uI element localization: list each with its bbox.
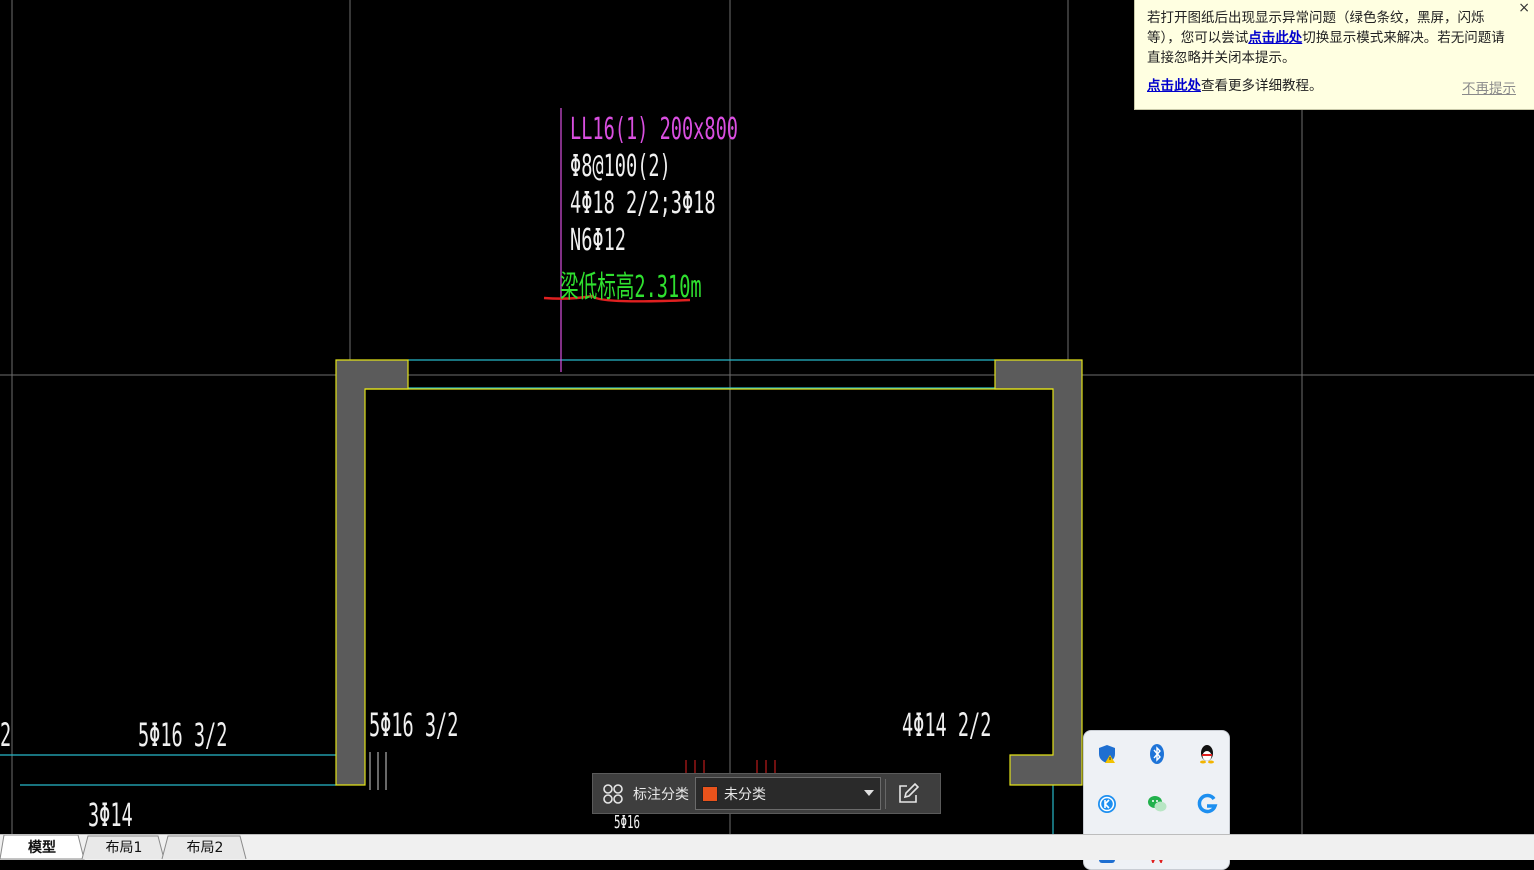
cad-drawing-canvas[interactable] <box>0 0 1534 834</box>
elevation-value: 2.310m <box>634 270 702 305</box>
edit-icon <box>899 782 920 803</box>
stirrup-text: Φ8@100(2) <box>570 149 671 184</box>
annotation-category-select[interactable]: 未分类 <box>695 777 881 810</box>
edit-annotation-button[interactable] <box>886 774 930 813</box>
elevation-prefix: 梁低标高 <box>560 270 635 305</box>
inner-right-bars-text: 4Φ14 2/2 <box>902 706 992 744</box>
layout-tabs: 模型 布局1 布局2 <box>0 834 1534 860</box>
grid-icon <box>603 783 623 804</box>
switch-display-mode-link[interactable]: 点击此处 <box>1248 30 1302 46</box>
left-bars-text: 5Φ16 3/2 <box>138 716 228 754</box>
dont-show-again-link[interactable]: 不再提示 <box>1462 79 1516 99</box>
display-issue-notice: × 若打开图纸后出现显示异常问题（绿色条纹，黑屏，闪烁等），您可以尝试点击此处切… <box>1134 0 1534 110</box>
beam-label-text: LL16(1) 200x800 <box>570 112 738 147</box>
close-icon[interactable]: × <box>1518 0 1530 18</box>
notice-more: 点击此处查看更多详细教程。 <box>1147 76 1516 96</box>
browser-icon[interactable] <box>1194 791 1220 817</box>
elevation-text: 梁低标高2.310m <box>560 262 702 306</box>
security-warning-icon[interactable] <box>1094 741 1120 767</box>
tutorial-text: 查看更多详细教程。 <box>1201 78 1323 94</box>
category-selected-value: 未分类 <box>724 786 766 803</box>
notice-message: 若打开图纸后出现显示异常问题（绿色条纹，黑屏，闪烁等），您可以尝试点击此处切换显… <box>1147 8 1516 68</box>
bottom-mid-bars-text: 5Φ16 <box>614 812 641 832</box>
tab-layout1[interactable]: 布局1 <box>88 835 160 859</box>
edge-fragment-text: 2 <box>0 716 12 754</box>
tab-layout2[interactable]: 布局2 <box>168 835 242 859</box>
waist-bars-text: N6Φ12 <box>570 223 626 258</box>
axis-lines <box>0 0 1534 834</box>
bottom-left-bars-text: 3Φ14 <box>88 796 133 834</box>
main-bars-text: 4Φ18 2/2;3Φ18 <box>570 186 716 221</box>
category-color-swatch <box>702 785 718 802</box>
grid-view-button[interactable] <box>593 774 633 813</box>
qq-icon[interactable] <box>1194 741 1220 767</box>
chevron-down-icon <box>864 790 874 796</box>
beam-lines <box>0 359 1054 834</box>
bluetooth-icon[interactable] <box>1144 741 1170 767</box>
wechat-icon[interactable] <box>1144 791 1170 817</box>
tutorial-link[interactable]: 点击此处 <box>1147 78 1201 94</box>
annotation-category-label: 标注分类 <box>633 786 689 803</box>
tab-model[interactable]: 模型 <box>4 835 80 859</box>
annotation-toolbar: 标注分类 未分类 <box>592 773 941 814</box>
kugou-icon[interactable] <box>1094 791 1120 817</box>
inner-left-bars-text: 5Φ16 3/2 <box>369 706 459 744</box>
rebar-ticks <box>369 752 387 790</box>
